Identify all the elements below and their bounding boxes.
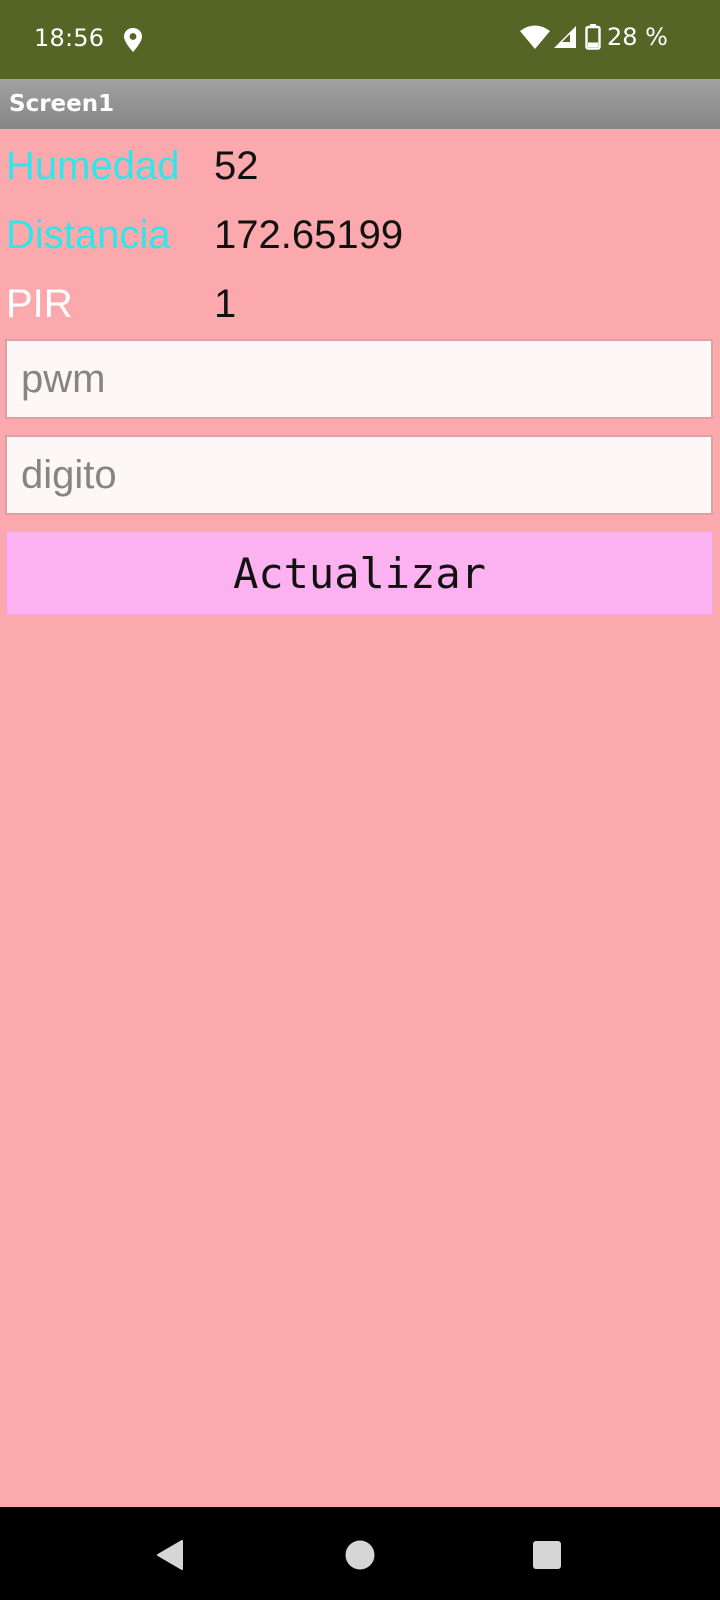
pwm-input[interactable] (5, 339, 713, 419)
humidity-label: Humedad (6, 144, 180, 188)
status-bar: 18:56 28 % (0, 0, 720, 79)
signal-icon (554, 26, 577, 48)
pir-row: PIR 1 (0, 273, 720, 335)
battery-percentage: 28 % (607, 23, 668, 51)
recents-icon[interactable] (529, 1537, 565, 1573)
digito-input[interactable] (5, 435, 713, 515)
home-icon[interactable] (342, 1537, 378, 1573)
status-time: 18:56 (34, 24, 105, 52)
back-icon[interactable] (152, 1537, 188, 1573)
location-icon (124, 28, 142, 52)
screen-title: Screen1 (9, 91, 115, 117)
distance-value: 172.65199 (214, 213, 404, 257)
humidity-value: 52 (214, 144, 259, 188)
wifi-icon (520, 25, 551, 49)
title-bar: Screen1 (0, 79, 720, 129)
status-indicators: 28 % (520, 22, 668, 52)
pir-label: PIR (6, 282, 73, 326)
distance-row: Distancia 172.65199 (0, 204, 720, 266)
update-button[interactable]: Actualizar (6, 531, 713, 615)
humidity-row: Humedad 52 (0, 135, 720, 197)
battery-icon (585, 24, 601, 50)
distance-label: Distancia (6, 213, 171, 257)
navigation-bar (0, 1507, 720, 1600)
pir-value: 1 (214, 282, 237, 326)
